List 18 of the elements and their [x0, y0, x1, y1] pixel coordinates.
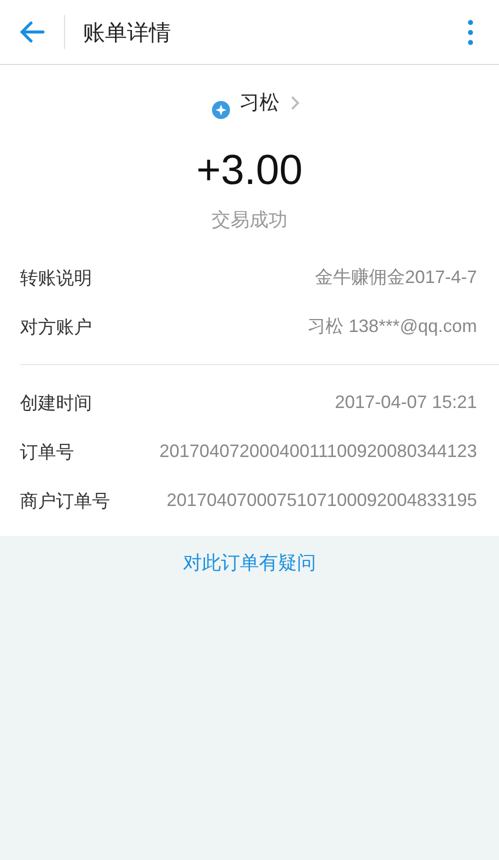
detail-value: 2017040700075107100092004833195: [166, 488, 477, 512]
status-text: 交易成功: [212, 209, 288, 233]
detail-label: 转账说明: [20, 266, 92, 290]
back-arrow-icon: [19, 21, 45, 43]
amount: +3.00: [196, 145, 303, 195]
chevron-right-icon: [290, 95, 300, 111]
detail-value: 习松 138***@qq.com: [308, 314, 477, 338]
detail-value: 20170407200040011100920080344123: [159, 440, 477, 462]
detail-value: 2017-04-07 15:21: [334, 390, 477, 414]
detail-label: 商户订单号: [20, 490, 110, 512]
detail-label: 创建时间: [20, 392, 92, 414]
payee-link[interactable]: 习松: [212, 87, 300, 119]
page-title: 账单详情: [83, 18, 171, 46]
coin-icon: [212, 101, 230, 119]
detail-value: 金牛赚佣金2017-4-7: [314, 266, 477, 288]
more-menu-icon[interactable]: [468, 20, 473, 44]
detail-label: 订单号: [20, 440, 74, 464]
detail-label: 对方账户: [20, 316, 92, 338]
